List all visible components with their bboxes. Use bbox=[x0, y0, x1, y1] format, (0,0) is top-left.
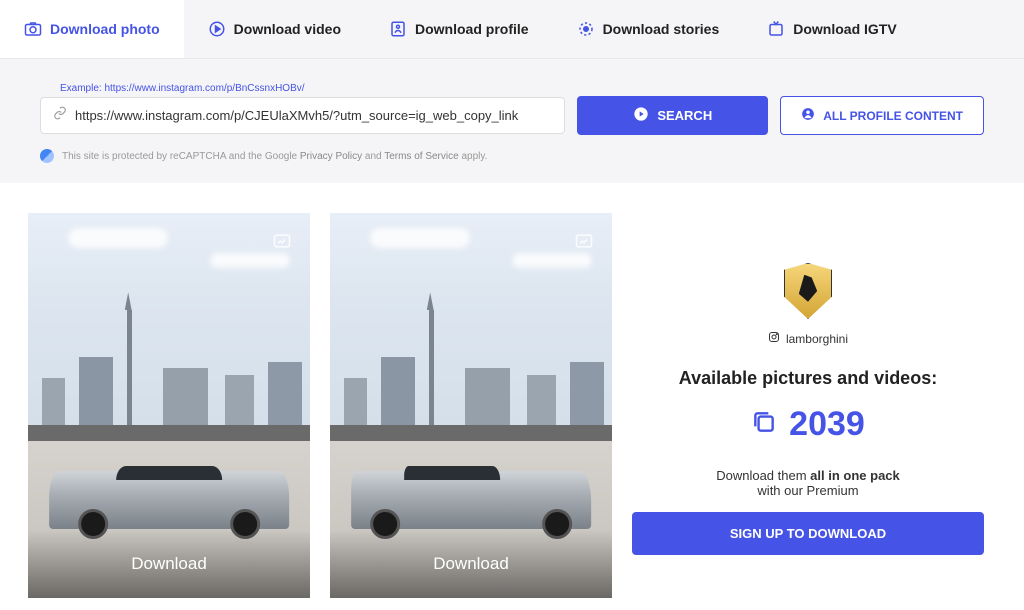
content: Download Download lamborghini Availab bbox=[0, 183, 1024, 598]
play-circle-icon bbox=[208, 20, 226, 38]
download-text: Download them all in one pack bbox=[632, 468, 984, 483]
url-input[interactable] bbox=[75, 108, 552, 123]
cards: Download Download bbox=[28, 213, 612, 598]
username-text: lamborghini bbox=[786, 332, 848, 346]
tab-download-igtv[interactable]: Download IGTV bbox=[743, 0, 920, 58]
recaptcha-icon bbox=[40, 149, 54, 163]
arrow-circle-icon bbox=[633, 106, 649, 125]
example-label: Example: https://www.instagram.com/p/BnC… bbox=[60, 83, 984, 94]
tab-label: Download video bbox=[234, 21, 341, 37]
tab-label: Download IGTV bbox=[793, 21, 896, 37]
stories-icon bbox=[577, 20, 595, 38]
terms-link[interactable]: Terms of Service bbox=[384, 151, 458, 162]
instagram-icon bbox=[768, 331, 780, 346]
tab-label: Download profile bbox=[415, 21, 529, 37]
available-label: Available pictures and videos: bbox=[632, 368, 984, 389]
media-card: Download bbox=[330, 213, 612, 598]
all-profile-button[interactable]: ALL PROFILE CONTENT bbox=[780, 96, 984, 135]
media-card: Download bbox=[28, 213, 310, 598]
profile-badge-icon bbox=[801, 107, 815, 124]
tab-download-profile[interactable]: Download profile bbox=[365, 0, 553, 58]
media-count: 2039 bbox=[789, 405, 865, 444]
username-row: lamborghini bbox=[632, 331, 984, 346]
privacy-link[interactable]: Privacy Policy bbox=[300, 151, 362, 162]
url-input-wrap bbox=[40, 97, 565, 134]
tab-download-photo[interactable]: Download photo bbox=[0, 0, 184, 58]
download-button[interactable]: Download bbox=[28, 530, 310, 598]
expand-icon[interactable] bbox=[574, 231, 594, 256]
media-thumbnail[interactable]: Download bbox=[330, 213, 612, 598]
tab-label: Download stories bbox=[603, 21, 720, 37]
tabs-nav: Download photo Download video Download p… bbox=[0, 0, 1024, 59]
igtv-icon bbox=[767, 20, 785, 38]
brand-logo bbox=[784, 263, 832, 319]
search-button[interactable]: SEARCH bbox=[577, 96, 768, 135]
recaptcha-text: This site is protected by reCAPTCHA and … bbox=[62, 151, 487, 162]
search-panel: Example: https://www.instagram.com/p/BnC… bbox=[0, 59, 1024, 183]
search-row: SEARCH ALL PROFILE CONTENT bbox=[40, 96, 984, 135]
signup-button[interactable]: SIGN UP TO DOWNLOAD bbox=[632, 512, 984, 555]
sidebar: lamborghini Available pictures and video… bbox=[632, 213, 1024, 598]
download-subtext: with our Premium bbox=[632, 483, 984, 498]
camera-icon bbox=[24, 21, 42, 37]
stack-icon bbox=[751, 409, 777, 440]
search-button-label: SEARCH bbox=[657, 108, 712, 123]
count-row: 2039 bbox=[632, 405, 984, 444]
link-icon bbox=[53, 106, 67, 125]
media-thumbnail[interactable]: Download bbox=[28, 213, 310, 598]
expand-icon[interactable] bbox=[272, 231, 292, 256]
all-profile-label: ALL PROFILE CONTENT bbox=[823, 109, 963, 123]
profile-icon bbox=[389, 20, 407, 38]
download-button[interactable]: Download bbox=[330, 530, 612, 598]
tab-label: Download photo bbox=[50, 21, 160, 37]
tab-download-video[interactable]: Download video bbox=[184, 0, 365, 58]
tab-download-stories[interactable]: Download stories bbox=[553, 0, 744, 58]
recaptcha-note: This site is protected by reCAPTCHA and … bbox=[40, 149, 984, 163]
